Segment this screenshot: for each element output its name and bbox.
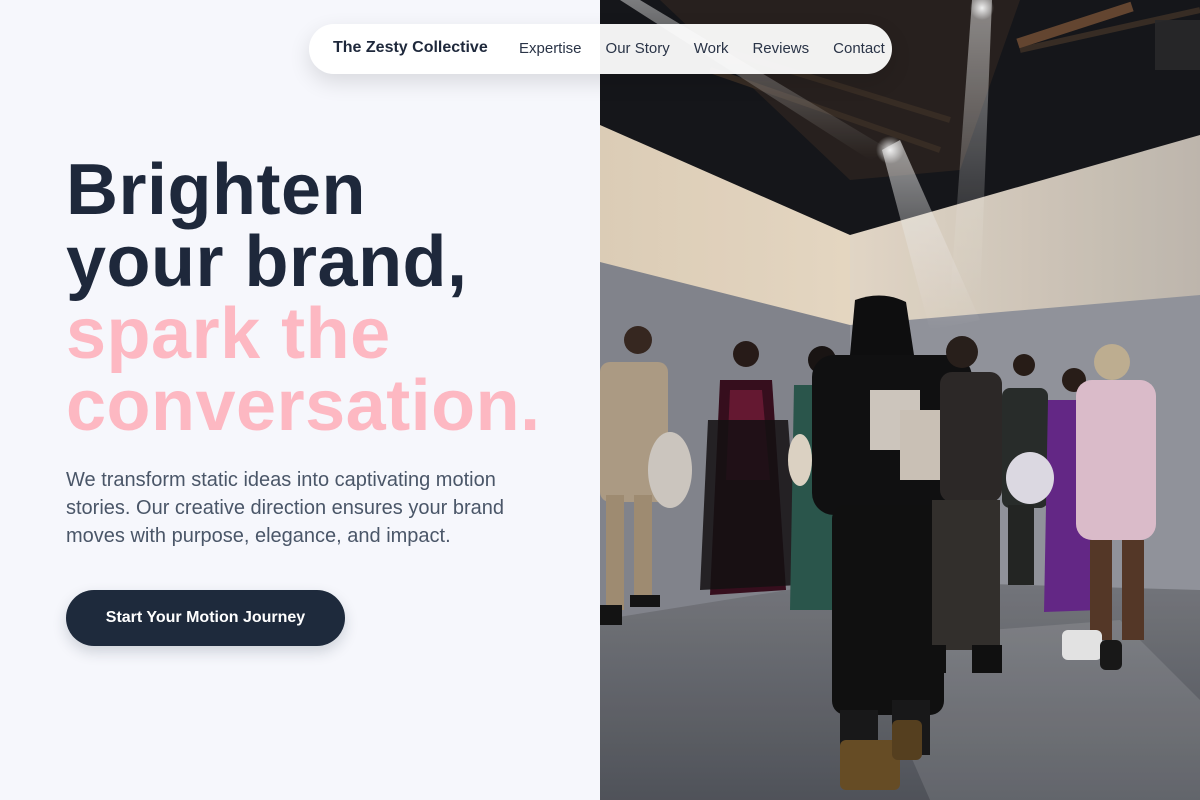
headline-line-1: Brighten bbox=[66, 150, 366, 230]
hero-photo bbox=[600, 0, 1200, 800]
headline-accent-line-1: spark the bbox=[66, 294, 391, 374]
nav-link-work[interactable]: Work bbox=[694, 40, 729, 57]
hero-headline: Brighten your brand, spark the conversat… bbox=[66, 154, 541, 442]
fashion-show-photo bbox=[600, 0, 1200, 800]
headline-line-2: your brand, bbox=[66, 222, 468, 302]
nav-link-our-story[interactable]: Our Story bbox=[606, 40, 670, 57]
hero-subtext: We transform static ideas into captivati… bbox=[66, 469, 504, 547]
nav-link-contact[interactable]: Contact bbox=[833, 40, 885, 57]
nav-links: Expertise Our Story Work Reviews Contact bbox=[519, 40, 909, 57]
landing-page: Brighten your brand, spark the conversat… bbox=[0, 0, 1200, 800]
brand-logo-text[interactable]: The Zesty Collective bbox=[333, 39, 488, 57]
nav-link-expertise[interactable]: Expertise bbox=[519, 40, 582, 57]
top-nav: The Zesty Collective Expertise Our Story… bbox=[309, 24, 892, 74]
nav-link-reviews[interactable]: Reviews bbox=[752, 40, 809, 57]
start-journey-button[interactable]: Start Your Motion Journey bbox=[66, 590, 345, 646]
hero-text-panel: Brighten your brand, spark the conversat… bbox=[0, 0, 600, 800]
headline-accent-line-2: conversation. bbox=[66, 366, 541, 446]
